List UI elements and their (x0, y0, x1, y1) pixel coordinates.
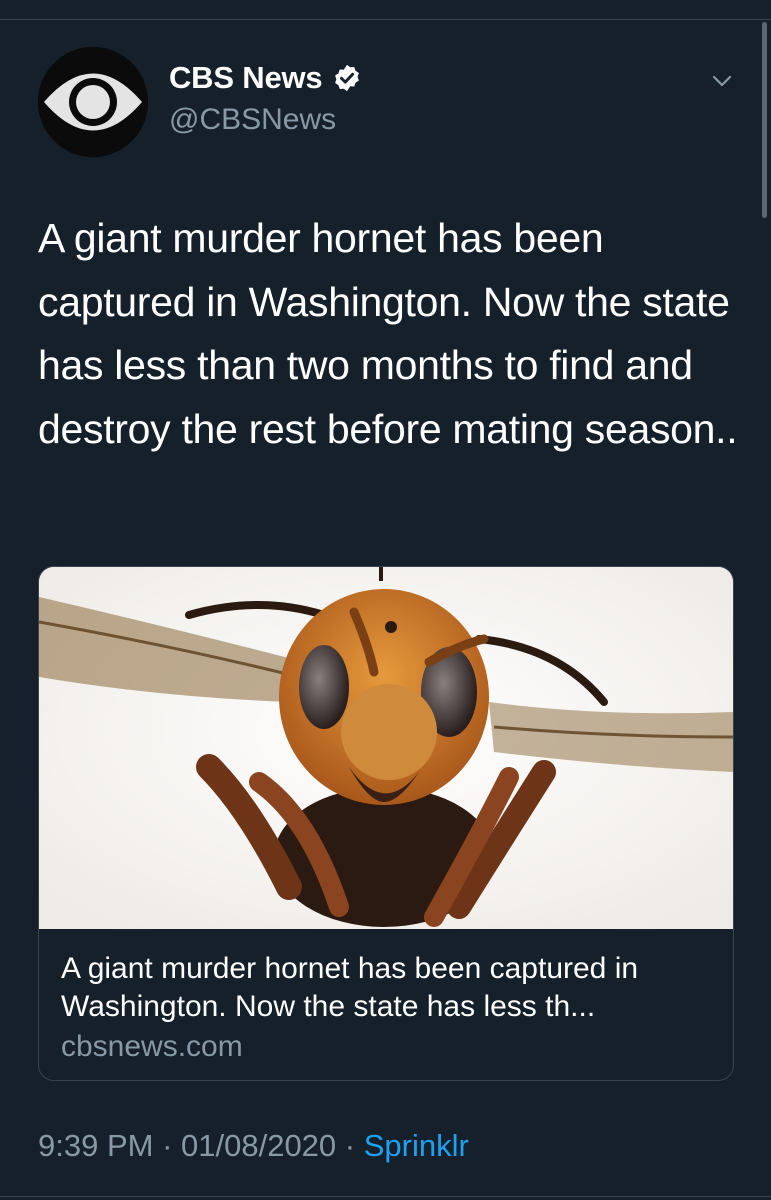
bottom-divider (0, 1196, 771, 1197)
card-title: A giant murder hornet has been captured … (61, 952, 639, 1023)
tweet-date[interactable]: 01/08/2020 (181, 1128, 336, 1163)
cbs-eye-logo (38, 47, 148, 157)
author-handle[interactable]: @CBSNews (169, 103, 336, 137)
tweet-text: A giant murder hornet has been captured … (38, 215, 738, 452)
tweet-meta: 9:39 PM · 01/08/2020 · Sprinklr (38, 1128, 469, 1164)
hornet-photo (39, 567, 733, 929)
card-domain: cbsnews.com (61, 1030, 243, 1063)
tweet-source-link[interactable]: Sprinklr (364, 1128, 469, 1163)
chevron-down-icon[interactable] (707, 66, 737, 96)
scrollbar[interactable] (762, 22, 767, 218)
tweet-time[interactable]: 9:39 PM (38, 1128, 153, 1163)
verified-badge-icon (335, 64, 360, 92)
meta-separator: · (336, 1128, 364, 1163)
avatar[interactable] (38, 47, 148, 157)
card-image (39, 567, 733, 929)
meta-separator: · (153, 1128, 182, 1163)
author-row: CBS News (169, 60, 362, 96)
author-name[interactable]: CBS News (169, 60, 323, 96)
top-divider (0, 19, 771, 20)
link-card[interactable]: A giant murder hornet has been captured … (38, 566, 734, 1081)
